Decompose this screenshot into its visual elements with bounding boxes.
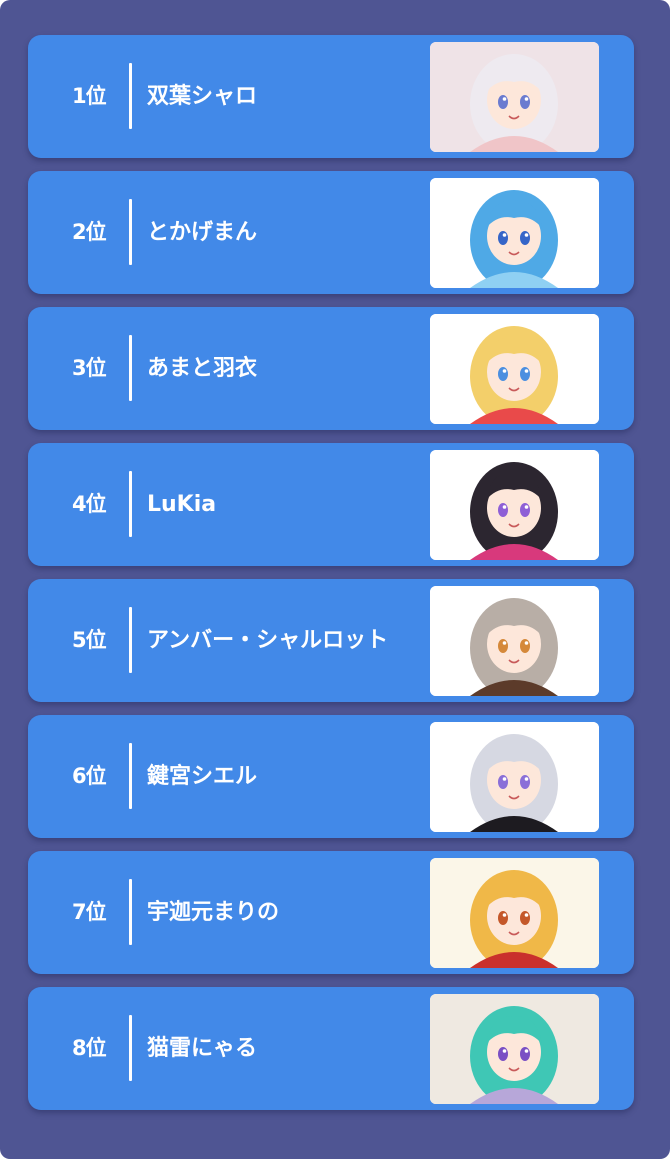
ranking-item[interactable]: 4位 LuKia [28,443,634,566]
right-eye-highlight [524,1049,529,1053]
left-eye-highlight [502,233,507,237]
vtuber-name: 双葉シャロ [147,84,258,109]
right-eye-highlight [524,505,529,509]
ranking-panel: 1位 双葉シャロ 2位 とかげまん 3位 あまと羽衣 4位 LuKia 5位 ア… [0,0,670,1159]
ranking-item[interactable]: 1位 双葉シャロ [28,35,634,158]
ranking-list: 1位 双葉シャロ 2位 とかげまん 3位 あまと羽衣 4位 LuKia 5位 ア… [28,35,634,1110]
vtuber-avatar-image [430,586,599,696]
vtuber-name: アンバー・シャルロット [147,628,389,653]
avatar-thumbnail[interactable] [430,722,599,832]
left-eye-highlight [502,97,507,101]
left-eye-highlight [502,777,507,781]
divider [129,471,132,537]
left-eye [498,95,508,109]
vtuber-name: 宇迦元まりの [147,900,280,925]
vtuber-name: 猫雷にゃる [147,1036,258,1061]
divider [129,743,132,809]
vtuber-avatar-image [430,994,599,1104]
left-eye [498,775,508,789]
right-eye-highlight [524,369,529,373]
right-eye-highlight [524,233,529,237]
left-eye [498,367,508,381]
vtuber-name: あまと羽衣 [147,356,258,381]
avatar-thumbnail[interactable] [430,994,599,1104]
right-eye [520,1047,530,1061]
rank-label: 5位 [72,628,107,652]
right-eye-highlight [524,777,529,781]
rank-label: 2位 [72,220,107,244]
right-eye [520,503,530,517]
rank-label: 7位 [72,900,107,924]
vtuber-name: とかげまん [147,220,258,245]
right-eye [520,775,530,789]
vtuber-avatar-image [430,178,599,288]
vtuber-avatar-image [430,450,599,560]
divider [129,335,132,401]
vtuber-avatar-image [430,858,599,968]
vtuber-avatar-image [430,722,599,832]
rank-label: 8位 [72,1036,107,1060]
left-eye [498,639,508,653]
left-eye-highlight [502,913,507,917]
vtuber-name: 鍵宮シエル [147,764,258,789]
rank-label: 4位 [72,492,107,516]
right-eye [520,639,530,653]
divider [129,1015,132,1081]
right-eye-highlight [524,913,529,917]
avatar-thumbnail[interactable] [430,858,599,968]
left-eye-highlight [502,1049,507,1053]
left-eye [498,1047,508,1061]
ranking-item[interactable]: 2位 とかげまん [28,171,634,294]
rank-label: 3位 [72,356,107,380]
left-eye-highlight [502,505,507,509]
avatar-thumbnail[interactable] [430,586,599,696]
left-eye-highlight [502,641,507,645]
avatar-thumbnail[interactable] [430,178,599,288]
right-eye [520,95,530,109]
right-eye [520,231,530,245]
divider [129,199,132,265]
left-eye-highlight [502,369,507,373]
ranking-item[interactable]: 7位 宇迦元まりの [28,851,634,974]
vtuber-avatar-image [430,42,599,152]
avatar-thumbnail[interactable] [430,450,599,560]
right-eye-highlight [524,641,529,645]
divider [129,607,132,673]
right-eye-highlight [524,97,529,101]
right-eye [520,367,530,381]
ranking-item[interactable]: 8位 猫雷にゃる [28,987,634,1110]
rank-label: 6位 [72,764,107,788]
left-eye [498,503,508,517]
divider [129,879,132,945]
left-eye [498,231,508,245]
vtuber-avatar-image [430,314,599,424]
right-eye [520,911,530,925]
left-eye [498,911,508,925]
divider [129,63,132,129]
ranking-item[interactable]: 3位 あまと羽衣 [28,307,634,430]
avatar-thumbnail[interactable] [430,314,599,424]
avatar-thumbnail[interactable] [430,42,599,152]
rank-label: 1位 [72,84,107,108]
ranking-item[interactable]: 6位 鍵宮シエル [28,715,634,838]
vtuber-name: LuKia [147,492,217,517]
ranking-item[interactable]: 5位 アンバー・シャルロット [28,579,634,702]
